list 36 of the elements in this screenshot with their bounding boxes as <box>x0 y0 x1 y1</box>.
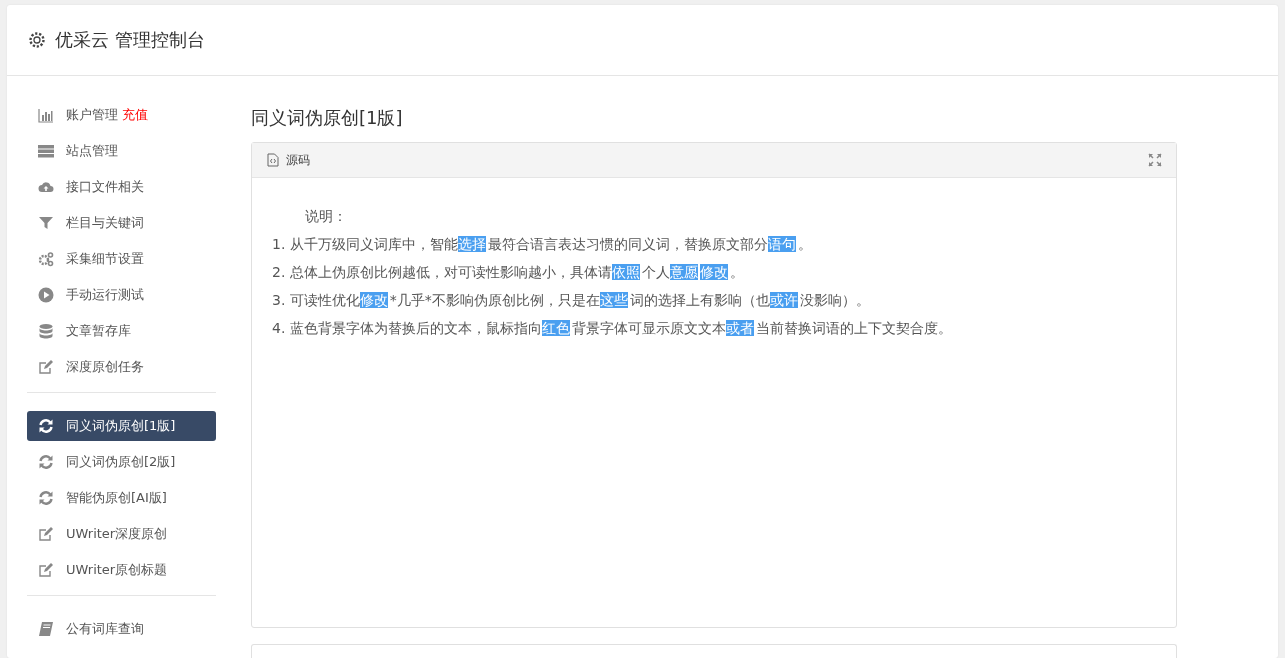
edit-icon <box>38 526 54 542</box>
page-title: 同义词伪原创[1版] <box>251 106 404 130</box>
console-title: 优采云 管理控制台 <box>55 28 205 52</box>
instruction-line: 4. 蓝色背景字体为替换后的文本，鼠标指向红色背景字体可显示原文文本或者 当前替换词语的上下文契合度。 <box>272 319 953 338</box>
database-icon <box>38 323 54 339</box>
recharge-link[interactable]: 充值 <box>122 106 148 124</box>
sidebar-item[interactable]: 采集细节设置 <box>27 244 216 274</box>
code-file-icon <box>267 153 279 167</box>
sidebar-item[interactable]: 智能伪原创[AI版] <box>27 483 216 513</box>
cloud-upload-icon <box>38 179 54 195</box>
play-icon <box>38 287 54 303</box>
sidebar-item[interactable]: 站点管理 <box>27 136 216 166</box>
sidebar-item[interactable]: 同义词伪原创[2版] <box>27 447 216 477</box>
sidebar-item[interactable]: UWriter深度原创 <box>27 519 216 549</box>
fullscreen-icon[interactable] <box>1148 153 1162 167</box>
refresh-icon <box>38 418 54 434</box>
intro-label: 说明： <box>305 208 347 224</box>
refresh-icon <box>38 454 54 470</box>
sidebar-item[interactable]: 栏目与关键词 <box>27 208 216 238</box>
panel-title: 源码 <box>286 151 311 169</box>
sidebar-item[interactable]: 文章暂存库 <box>27 316 216 346</box>
sidebar-item[interactable]: 公有词库查询 <box>27 614 216 644</box>
settings-icon <box>28 31 46 49</box>
edit-icon <box>38 359 54 375</box>
sidebar-item[interactable]: UWriter原创标题 <box>27 555 216 585</box>
server-icon <box>38 143 54 159</box>
sidebar-item[interactable]: 手动运行测试 <box>27 280 216 310</box>
bar-chart-icon <box>38 107 54 123</box>
sidebar-item[interactable]: 深度原创任务 <box>27 352 216 382</box>
filter-icon <box>38 215 54 231</box>
sidebar-item[interactable]: 账户管理 充值 <box>27 100 216 130</box>
sidebar-item[interactable]: 同义词伪原创[1版] <box>27 411 216 441</box>
refresh-icon <box>38 490 54 506</box>
sidebar-item[interactable]: 接口文件相关 <box>27 172 216 202</box>
book-icon <box>38 621 54 637</box>
edit-icon <box>38 562 54 578</box>
